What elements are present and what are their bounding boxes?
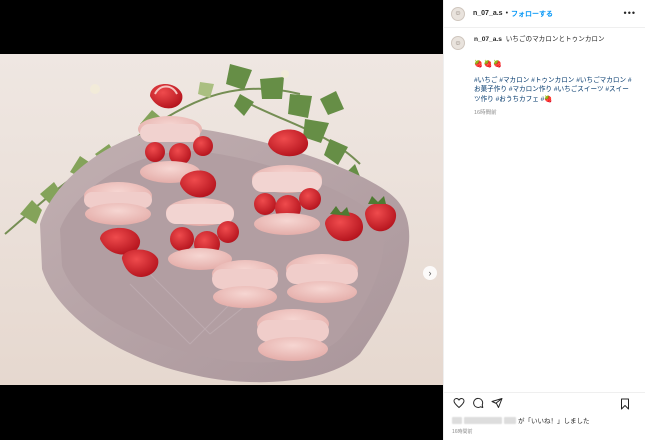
avatar-icon: ☺ [454,39,462,47]
avatar[interactable]: ☺ [451,6,465,21]
hashtags[interactable]: #いちご #マカロン #トゥンカロン #いちごマカロン #お菓子作り #マカロン… [474,76,634,106]
caption-title-line: n_07_a.s いちごのマカロンとトゥンカロン [474,36,605,45]
avatar-icon: ☺ [454,10,462,17]
share-icon [491,397,503,408]
action-bar [444,392,645,412]
post-timestamp[interactable]: 16時間前 [452,428,473,435]
save-button[interactable] [618,397,632,411]
heart-icon [453,397,465,408]
caption-title: いちごのマカロンとトゥンカロン [505,36,605,43]
instagram-post-modal: › ☺ n_07_a.s • フォローする ••• ☺ n_07_a.s いちご… [0,0,645,440]
media-panel: › [0,0,443,440]
comment-button[interactable] [471,396,485,410]
blurred-avatar [452,416,462,424]
caption-block: ☺ n_07_a.s いちごのマカロンとトゥンカロン 🍓🍓🍓 #いちご #マカロ… [444,28,645,116]
more-options-icon[interactable]: ••• [624,8,636,18]
post-header: ☺ n_07_a.s • フォローする ••• [444,0,645,28]
caption-body: 🍓🍓🍓 #いちご #マカロン #トゥンカロン #いちごマカロン #お菓子作り #… [474,60,634,105]
follow-button[interactable]: フォローする [511,9,553,19]
username-link[interactable]: n_07_a.s [473,10,503,17]
strawberry-emoji: 🍓🍓🍓 [474,61,504,68]
chevron-right-icon: › [428,267,432,278]
caption-username[interactable]: n_07_a.s [474,36,502,43]
next-slide-button[interactable]: › [423,266,437,280]
comment-icon [473,397,484,408]
blurred-username [464,416,502,424]
post-side-panel: ☺ n_07_a.s • フォローする ••• ☺ n_07_a.s いちごのマ… [443,0,645,440]
separator-dot: • [505,10,509,17]
macaron-left [84,182,152,225]
post-photo[interactable]: › [0,54,443,385]
share-button[interactable] [490,396,504,410]
likes-text: が「いいね！」しました [518,418,590,425]
strawberry-macaron-photo [4,64,410,383]
bookmark-icon [621,398,629,410]
caption-timestamp[interactable]: 16時間前 [474,108,638,116]
blurred-count [504,416,516,424]
likes-summary: が「いいね！」しました [452,415,590,425]
like-button[interactable] [452,396,466,410]
avatar[interactable]: ☺ [451,36,465,50]
